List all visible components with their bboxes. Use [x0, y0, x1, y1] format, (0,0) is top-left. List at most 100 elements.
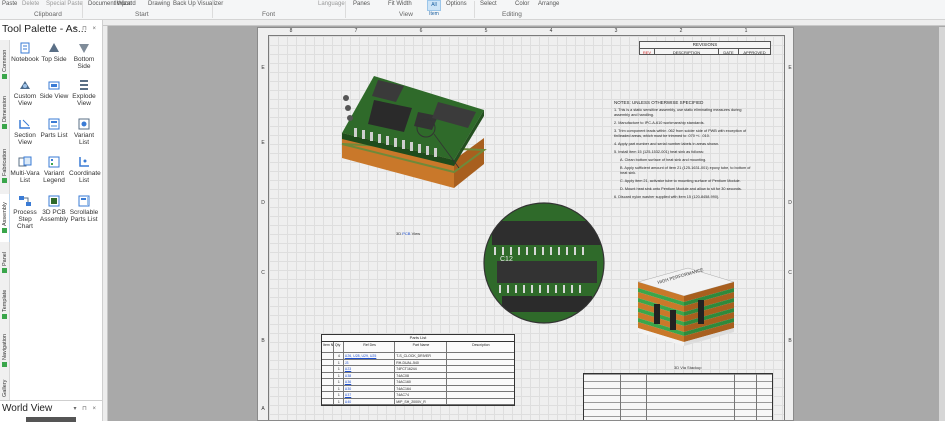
zone-label: E [788, 65, 792, 71]
tab-navigation[interactable]: Navigation [0, 328, 10, 374]
table-cell-item [322, 359, 334, 365]
ribbon-delete-button[interactable]: Delete [22, 0, 39, 9]
table-row[interactable]: 1 U40 MIP_SH_2000V_R [322, 398, 514, 405]
revisions-table[interactable]: REVISIONS REV DESCRIPTION DATE APPROVED [639, 41, 771, 55]
zone-label: 4 [549, 28, 553, 34]
zone-label: 1 [744, 28, 748, 34]
ribbon-special-paste-button[interactable]: Special Paste [46, 0, 83, 9]
tab-gallery[interactable]: Gallery [0, 376, 10, 400]
vertical-scrollbar[interactable] [939, 27, 945, 421]
ribbon-group-editing: Editing [502, 11, 522, 18]
title-block-divider [620, 374, 621, 420]
table-cell-ref[interactable]: U23 [344, 366, 396, 372]
drawing-sheet[interactable]: 8 7 6 5 4 3 2 1 E E D C B A E D C B REVI… [257, 27, 794, 421]
note-item: 4. Apply part number and serial number l… [614, 142, 720, 146]
ribbon-visualizer-button[interactable]: Back Up Visualizer [173, 0, 223, 9]
tool-section-view[interactable]: Section View [10, 118, 40, 146]
note-item: C. Apply item 21, activator tube to moun… [620, 179, 741, 183]
ribbon-select-button[interactable]: Select [480, 0, 497, 9]
magnifier-detail-view[interactable]: C12 [482, 201, 606, 325]
table-cell-desc [447, 373, 514, 379]
tool-multi-variant-list[interactable]: Multi-Vara List [10, 156, 40, 184]
ribbon-separator [474, 1, 475, 18]
ribbon-all-item-button[interactable]: All Item [427, 0, 441, 17]
tool-top-side[interactable]: Top Side [39, 42, 69, 63]
tab-marker-icon [2, 73, 8, 79]
tool-variant-legend[interactable]: Variant Legend [39, 156, 69, 184]
ribbon: Paste Delete Special Paste Document Wiza… [0, 0, 945, 20]
zone-label: D [788, 200, 792, 206]
ribbon-paste-button[interactable]: Paste [2, 0, 17, 9]
tool-parts-list[interactable]: Parts List [39, 118, 69, 139]
table-cell-item [322, 398, 334, 404]
ribbon-separator [82, 1, 83, 18]
table-cell-part: T-S_CLOCK_DRIVER [395, 353, 447, 359]
magnifier-ref-label: C12 [500, 256, 513, 263]
via-stackup-3d-view[interactable]: HIGH PERFORMANCE [636, 260, 736, 360]
tab-panel[interactable]: Panel [0, 244, 10, 280]
ribbon-drawing-button[interactable]: Drawing [148, 0, 170, 9]
note-item: 6. Discard nylon washer supplied with it… [614, 195, 720, 199]
tool-custom-view[interactable]: Custom View [10, 79, 40, 107]
table-cell-qty: 1 [334, 359, 344, 365]
title-block[interactable] [583, 373, 773, 420]
tool-coordinate-list[interactable]: Coordinate List [69, 156, 101, 184]
table-cell-ref[interactable]: U38 [344, 372, 396, 378]
table-cell-ref[interactable]: U26, U28, U29, U25 [344, 353, 396, 359]
tool-palette-window-controls[interactable]: ▾ ⊓ × [73, 25, 98, 32]
table-cell-item [322, 353, 334, 359]
table-cell-ref[interactable]: U40 [344, 398, 396, 404]
tab-template[interactable]: Template [0, 282, 10, 326]
note-item: 3. Trim component leads within .062 from… [614, 129, 747, 138]
tool-side-view[interactable]: Side View [39, 79, 69, 100]
pcb-assembly-icon [48, 195, 60, 207]
note-item: B. Apply sufficient amount of item 21 (1… [620, 166, 751, 175]
ribbon-language-button[interactable]: Language [318, 0, 345, 9]
tool-process-step-chart[interactable]: Process Step Chart [10, 195, 40, 230]
tool-bottom-side[interactable]: Bottom Side [69, 42, 99, 70]
zone-label: E [261, 65, 265, 71]
ribbon-color-button[interactable]: Color [515, 0, 529, 9]
tool-notebook[interactable]: Notebook [10, 42, 40, 63]
tab-marker-icon [2, 124, 8, 130]
ribbon-arrange-button[interactable]: Arrange [538, 0, 559, 9]
tool-3d-pcb-assembly[interactable]: 3D PCB Assembly [39, 195, 69, 223]
table-cell-item [322, 392, 334, 398]
tool-variant-list[interactable]: Variant List [69, 118, 99, 146]
table-cell-part: MIP_SH_2000V_R [395, 398, 447, 404]
palette-side-tabs: Common Dimension Fabrication Assembly Pa… [0, 40, 10, 400]
table-cell-qty: 1 [334, 398, 344, 404]
tool-scrollable-parts-list[interactable]: Scrollable Parts List [69, 195, 99, 223]
stackup-caption: 3D Via Stackup [674, 365, 702, 370]
table-cell-ref[interactable]: J3 [344, 359, 396, 365]
world-view-panel: World View ▾ ⊓ × [0, 400, 103, 422]
zone-label: 2 [679, 28, 683, 34]
world-view-window-controls[interactable]: ▾ ⊓ × [73, 405, 98, 412]
document-canvas[interactable]: 8 7 6 5 4 3 2 1 E E D C B A E D C B REVI… [103, 20, 945, 421]
note-item: D. Mount heat sink onto Pentium Module a… [620, 187, 742, 191]
table-cell-ref[interactable]: U30 [344, 385, 396, 391]
parts-list-table[interactable]: Parts List Item No Qty Ref Des Part Name… [321, 334, 515, 406]
pcb-3d-view[interactable] [334, 68, 494, 213]
tab-fabrication[interactable]: Fabrication [0, 140, 10, 192]
zone-label: 3 [614, 28, 618, 34]
tab-assembly[interactable]: Assembly [0, 194, 10, 242]
notebook-icon [20, 42, 30, 54]
table-cell-part: 74AC74 [395, 392, 447, 398]
tab-dimension[interactable]: Dimension [0, 88, 10, 138]
zone-label: E [261, 140, 265, 146]
table-cell-ref[interactable]: U36 [344, 379, 396, 385]
table-cell-desc [447, 379, 514, 385]
ribbon-import-button[interactable]: Import [115, 0, 132, 9]
explode-view-icon [80, 80, 88, 90]
multi-variant-list-icon [18, 156, 32, 167]
table-cell-ref[interactable]: U37 [344, 392, 396, 398]
table-cell-qty: 1 [334, 392, 344, 398]
world-view-thumbnail[interactable] [26, 417, 76, 422]
custom-view-icon [20, 81, 30, 89]
tool-explode-view[interactable]: Explode View [69, 79, 99, 107]
tab-common[interactable]: Common [0, 42, 10, 86]
ribbon-fit-width-button[interactable]: Fit Width [388, 0, 412, 9]
ribbon-options-button[interactable]: Options [446, 0, 467, 9]
ribbon-panes-button[interactable]: Panes [353, 0, 370, 9]
